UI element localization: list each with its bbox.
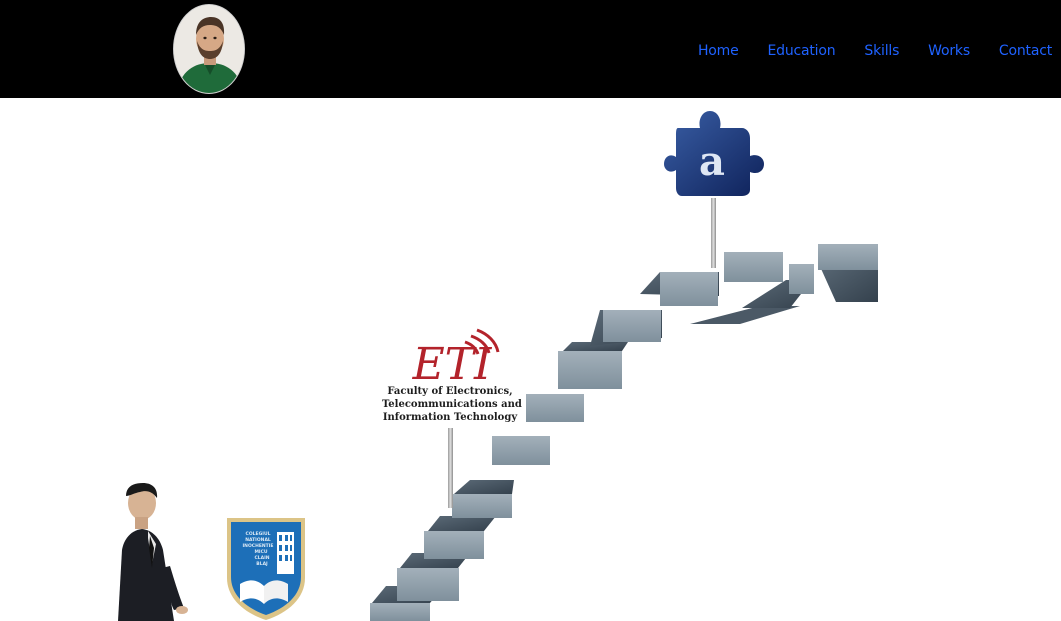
svg-text:a: a xyxy=(699,138,725,185)
nav-item-skills: Skills xyxy=(864,40,899,60)
faculty-name: Faculty of Electronics, Telecommunicatio… xyxy=(382,385,522,424)
nav-item-education: Education xyxy=(768,40,836,60)
puzzle-pole xyxy=(711,198,716,268)
nav-link-home[interactable]: Home xyxy=(698,43,739,59)
staircase-illustration: a ETI COLEGIUL NATIONAL INOCHENTIE MICU … xyxy=(118,111,878,621)
avatar-photo xyxy=(174,5,244,93)
svg-text:CLAIN: CLAIN xyxy=(254,555,269,561)
svg-text:ETI: ETI xyxy=(412,339,493,390)
svg-text:MICU: MICU xyxy=(254,549,267,555)
school-emblem: COLEGIUL NATIONAL INOCHENTIE MICU CLAIN … xyxy=(227,518,305,620)
nav-links: Home Education Skills Works Contact xyxy=(698,40,1052,60)
svg-text:INOCHENTIE: INOCHENTIE xyxy=(243,543,274,549)
businessman-figure xyxy=(118,483,188,621)
nav-link-education[interactable]: Education xyxy=(768,43,836,59)
nav-link-contact[interactable]: Contact xyxy=(999,43,1052,59)
faculty-logo: ETI xyxy=(412,328,500,390)
nav-link-works[interactable]: Works xyxy=(928,43,970,59)
hero-education-illustration: a ETI COLEGIUL NATIONAL INOCHENTIE MICU … xyxy=(0,98,1061,621)
nav-item-contact: Contact xyxy=(999,40,1052,60)
faculty-name-line-1: Faculty of Electronics, xyxy=(387,386,513,397)
svg-text:COLEGIUL: COLEGIUL xyxy=(246,531,271,537)
puzzle-icon: a xyxy=(664,111,764,196)
navbar: Home Education Skills Works Contact xyxy=(0,0,1061,98)
svg-text:BLAJ: BLAJ xyxy=(256,561,268,567)
staircase xyxy=(370,244,878,621)
faculty-name-line-2: Telecommunications and xyxy=(382,399,522,410)
avatar[interactable] xyxy=(173,4,245,94)
nav-link-skills[interactable]: Skills xyxy=(864,43,899,59)
nav-item-works: Works xyxy=(928,40,970,60)
nav-item-home: Home xyxy=(698,40,739,60)
faculty-name-line-3: Information Technology xyxy=(382,412,518,423)
svg-text:NATIONAL: NATIONAL xyxy=(245,537,271,543)
faculty-pole xyxy=(448,428,453,508)
